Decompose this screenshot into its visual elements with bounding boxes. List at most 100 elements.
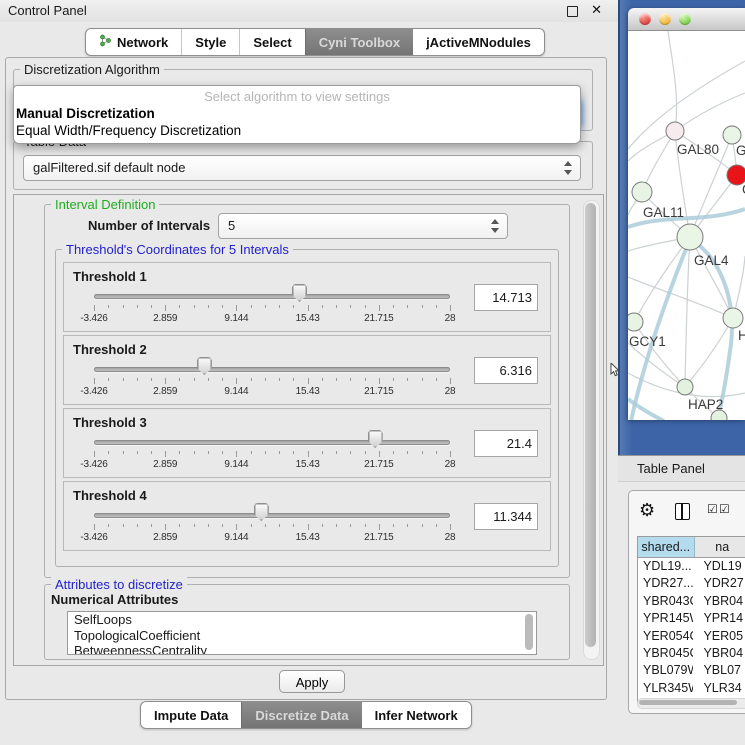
attribute-item-selfloops[interactable]: SelfLoops	[68, 612, 536, 628]
slider-thumb[interactable]	[254, 503, 269, 521]
table-data-group: Table Data galFiltered.sif default node	[13, 141, 593, 190]
network-node-h[interactable]	[723, 308, 743, 328]
tick-mark	[165, 524, 166, 530]
tick-mark	[251, 451, 252, 454]
network-node-gal4[interactable]	[677, 224, 703, 250]
settings-scrollbar[interactable]	[583, 200, 600, 660]
table-row[interactable]: YLR345WYLR34	[638, 680, 745, 697]
network-edge[interactable]	[628, 343, 685, 387]
discretization-algorithm-title: Discretization Algorithm	[20, 62, 164, 77]
dropdown-item-equal-width-frequency-discretization[interactable]: Equal Width/Frequency Discretization	[14, 122, 580, 139]
float-window-icon[interactable]	[567, 6, 578, 17]
slider-track[interactable]	[94, 440, 450, 445]
network-node-ga[interactable]	[723, 126, 741, 144]
network-node-hap2[interactable]	[677, 379, 693, 395]
bottom-tab-bar: Impute Data Discretize Data Infer Network	[140, 701, 472, 729]
tick-mark	[422, 451, 423, 454]
slider-track[interactable]	[94, 513, 450, 518]
tick-mark	[123, 378, 124, 381]
dropdown-item-manual-discretization[interactable]: Manual Discretization	[14, 105, 580, 122]
attribute-item-betweennesscentrality[interactable]: BetweennessCentrality	[68, 643, 536, 655]
column-header-name[interactable]: na	[695, 537, 745, 557]
table-row[interactable]: YER054CYER05	[638, 628, 745, 645]
checkbox-icon[interactable]: ☑	[707, 503, 718, 515]
tab-jactivemnodules-label: jActiveMNodules	[426, 35, 531, 50]
tab-style[interactable]: Style	[181, 29, 239, 55]
network-edge[interactable]	[685, 237, 690, 387]
slider-track[interactable]	[94, 294, 450, 299]
tick-mark	[293, 451, 294, 454]
network-node-gal11[interactable]	[632, 182, 652, 202]
tab-infer-network-label: Infer Network	[375, 708, 458, 723]
network-edge[interactable]	[668, 31, 677, 131]
network-edge[interactable]	[675, 93, 745, 131]
tab-discretize-data-label: Discretize Data	[255, 708, 348, 723]
slider-track[interactable]	[94, 367, 450, 372]
tab-jactivemnodules[interactable]: jActiveMNodules	[413, 29, 544, 55]
tab-discretize-data[interactable]: Discretize Data	[241, 702, 361, 728]
tick-mark	[251, 305, 252, 308]
network-graph[interactable]: GAL80GACGAL11GAL4GCY1HHAP2	[628, 31, 745, 420]
network-node-gal80[interactable]	[666, 122, 684, 140]
checkbox-icon[interactable]: ☑	[719, 503, 730, 515]
network-node-gcy1[interactable]	[628, 313, 643, 331]
slider-thumb[interactable]	[292, 284, 307, 302]
table-row[interactable]: YPR145WYPR14	[638, 610, 745, 627]
slider-thumb[interactable]	[197, 357, 212, 375]
attribute-item-topologicalcoefficient[interactable]: TopologicalCoefficient	[68, 628, 536, 644]
threshold-value-field[interactable]: 6.316	[474, 357, 538, 384]
interval-definition-group: Interval Definition Number of Intervals …	[44, 204, 570, 578]
tick-label: 9.144	[224, 386, 248, 397]
table-hscrollbar[interactable]	[637, 698, 745, 709]
tick-mark	[94, 305, 95, 311]
columns-icon[interactable]	[675, 503, 690, 520]
tab-impute-data[interactable]: Impute Data	[141, 702, 241, 728]
tick-mark	[293, 524, 294, 527]
tab-select[interactable]: Select	[239, 29, 304, 55]
network-edge[interactable]	[628, 277, 733, 318]
network-edge[interactable]	[690, 237, 733, 318]
tab-cyni-toolbox[interactable]: Cyni Toolbox	[305, 29, 413, 55]
cell-name: YBR04	[693, 645, 745, 662]
window-minimize-button[interactable]	[659, 13, 671, 25]
tick-mark	[393, 378, 394, 381]
table-row[interactable]: YBR045CYBR04	[638, 645, 745, 662]
tick-mark	[422, 378, 423, 381]
column-header-shared-name[interactable]: shared...	[638, 537, 695, 557]
table-hscrollbar-thumb[interactable]	[639, 700, 737, 705]
tick-mark	[137, 378, 138, 381]
tick-mark	[407, 451, 408, 454]
window-close-button[interactable]	[639, 13, 651, 25]
table-row[interactable]: YDR27...YDR27	[638, 575, 745, 592]
threshold-value-field[interactable]: 14.713	[474, 284, 538, 311]
threshold-value-field[interactable]: 21.4	[474, 430, 538, 457]
table-row[interactable]: YBL079WYBL07	[638, 662, 745, 679]
tick-mark	[436, 451, 437, 454]
tick-mark	[222, 451, 223, 454]
threshold-value-field[interactable]: 11.344	[474, 503, 538, 530]
tick-mark	[379, 451, 380, 457]
tab-select-label: Select	[253, 35, 291, 50]
table-row[interactable]: YDL19...YDL19	[638, 558, 745, 575]
table-data-combobox[interactable]: galFiltered.sif default node	[23, 155, 581, 181]
tick-mark	[450, 524, 451, 530]
close-icon[interactable]: ✕	[591, 2, 602, 18]
settings-scrollbar-thumb[interactable]	[585, 203, 596, 647]
num-intervals-combobox[interactable]: 5	[218, 213, 508, 239]
gear-icon[interactable]: ⚙	[639, 501, 655, 519]
tick-mark	[265, 378, 266, 381]
tick-label: -3.426	[80, 386, 107, 397]
apply-button[interactable]: Apply	[279, 670, 345, 693]
tick-mark	[279, 451, 280, 454]
table-row[interactable]: YBR043CYBR04	[638, 593, 745, 610]
network-canvas[interactable]: GAL80GACGAL11GAL4GCY1HHAP2	[628, 31, 745, 420]
window-zoom-button[interactable]	[679, 13, 691, 25]
listbox-scrollbar-thumb[interactable]	[525, 614, 533, 650]
tab-infer-network[interactable]: Infer Network	[362, 702, 471, 728]
tick-mark	[137, 524, 138, 527]
tab-network[interactable]: Network	[86, 29, 181, 55]
slider-thumb[interactable]	[368, 430, 383, 448]
network-window: GAL80GACGAL11GAL4GCY1HHAP2	[628, 8, 745, 420]
attributes-listbox[interactable]: SelfLoopsTopologicalCoefficientBetweenne…	[67, 611, 537, 655]
tick-mark	[194, 451, 195, 454]
